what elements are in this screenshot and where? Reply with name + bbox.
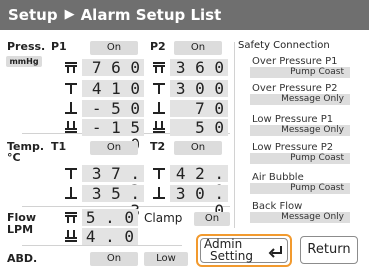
safety-item-label: Over Pressure P2 <box>252 83 338 94</box>
admin-button-label-line2: Setting <box>210 249 253 263</box>
upper-limit-icon <box>152 81 166 95</box>
p2-lower-lower-value[interactable]: 5 0 <box>170 119 228 136</box>
alarm-setup-screen: { "header": { "title_left": "Setup", "ti… <box>0 0 369 270</box>
flow-lower-lower-value[interactable]: 4 . 0 <box>82 228 138 245</box>
pressure-unit: mmHg <box>6 56 42 67</box>
lower-lower-limit-icon <box>64 120 78 134</box>
safety-item-label: Low Pressure P2 <box>252 142 334 153</box>
safety-item-action[interactable]: Pump Coast <box>250 67 350 78</box>
upper-limit-icon <box>64 81 78 95</box>
breadcrumb-setup: Setup <box>8 6 58 24</box>
upper-upper-limit-icon <box>152 60 166 74</box>
safety-item-action[interactable]: Message Only <box>250 212 350 223</box>
flow-unit: LPM <box>7 223 34 236</box>
safety-item-action[interactable]: Pump Coast <box>250 183 350 194</box>
lower-limit-icon <box>152 101 166 115</box>
breadcrumb-arrow-icon: ▶ <box>64 7 75 22</box>
p1-upper-upper-value[interactable]: 7 6 0 <box>82 59 144 76</box>
lower-lower-limit-icon <box>64 229 78 243</box>
safety-item-action[interactable]: Message Only <box>250 125 350 136</box>
title-bar: Setup ▶ Alarm Setup List <box>0 0 369 30</box>
abd-toggle[interactable]: On <box>90 252 138 266</box>
p2-toggle[interactable]: On <box>174 41 222 55</box>
t2-lower-value[interactable]: 3 0 . 0 <box>170 185 228 219</box>
t1-upper-value[interactable]: 3 7 . 3 <box>82 165 144 199</box>
upper-limit-icon <box>64 166 78 180</box>
page-title: Alarm Setup List <box>80 6 222 24</box>
t1-label: T1 <box>51 140 67 153</box>
p1-lower-lower-value[interactable]: - 1 5 0 <box>82 119 144 153</box>
return-arrow-icon <box>268 243 284 262</box>
return-button[interactable]: Return <box>300 236 358 264</box>
safety-item-label: Low Pressure P1 <box>252 114 334 125</box>
safety-item-label: Air Bubble <box>252 172 304 183</box>
p1-upper-value[interactable]: 4 1 0 <box>82 80 144 97</box>
abd-label: ABD. <box>7 252 38 265</box>
admin-setting-button[interactable]: Admin Setting <box>196 234 292 267</box>
p1-label: P1 <box>51 40 67 53</box>
clamp-label: Clamp <box>144 211 183 225</box>
upper-limit-icon <box>152 166 166 180</box>
temperature-unit: °C <box>7 151 21 164</box>
safety-item-action[interactable]: Pump Coast <box>250 153 350 164</box>
safety-item-action[interactable]: Message Only <box>250 94 350 105</box>
p1-toggle[interactable]: On <box>90 41 138 55</box>
safety-connection-title: Safety Connection <box>238 40 330 51</box>
upper-upper-limit-icon <box>64 60 78 74</box>
p2-upper-upper-value[interactable]: 3 6 0 <box>170 59 228 76</box>
abd-level-select[interactable]: Low <box>144 252 188 266</box>
lower-limit-icon <box>64 186 78 200</box>
t1-lower-value[interactable]: 3 5 . 3 <box>82 185 144 219</box>
p2-upper-value[interactable]: 3 0 0 <box>170 80 228 97</box>
safety-item-label: Over Pressure P1 <box>252 56 338 67</box>
t1-toggle[interactable]: On <box>90 141 138 155</box>
p2-label: P2 <box>150 40 166 53</box>
pressure-label: Press. <box>7 40 46 53</box>
safety-item-label: Back Flow <box>252 201 303 212</box>
upper-upper-limit-icon <box>64 210 78 224</box>
alarm-panel: Press. mmHg P1 On P2 On 7 6 0 4 1 0 - 5 … <box>0 30 362 270</box>
flow-upper-upper-value[interactable]: 5 . 0 <box>82 209 138 226</box>
p1-lower-value[interactable]: - 5 0 <box>82 100 144 117</box>
t2-label: T2 <box>150 140 166 153</box>
lower-limit-icon <box>152 186 166 200</box>
divider <box>22 206 230 207</box>
t2-upper-value[interactable]: 4 2 . 0 <box>170 165 228 199</box>
divider <box>234 42 235 228</box>
lower-limit-icon <box>64 101 78 115</box>
clamp-toggle[interactable]: On <box>194 212 230 226</box>
t2-toggle[interactable]: On <box>174 141 222 155</box>
lower-lower-limit-icon <box>152 120 166 134</box>
p2-lower-value[interactable]: 7 0 <box>170 100 228 117</box>
